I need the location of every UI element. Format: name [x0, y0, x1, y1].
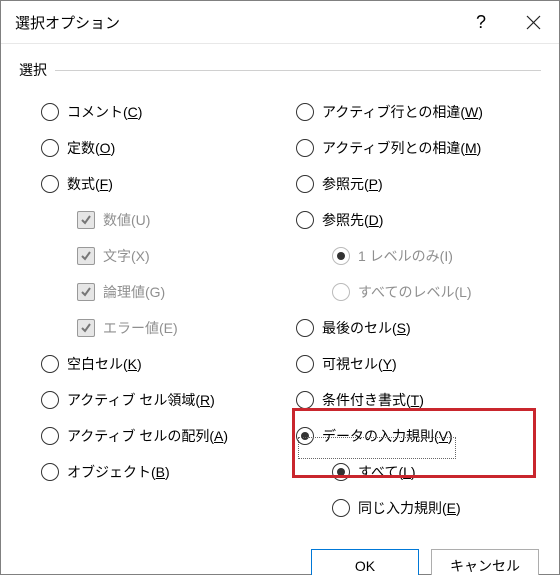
option-label: アクティブ列との相違(M): [322, 138, 481, 158]
dialog-title: 選択オプション: [15, 12, 455, 33]
help-icon: ?: [476, 13, 486, 31]
option-dv-all[interactable]: すべて(L): [296, 454, 541, 490]
option-dependents[interactable]: 参照先(D): [296, 202, 541, 238]
left-column: コメント(C) 定数(O) 数式(F) 数値(U) 文字(X): [19, 94, 286, 526]
option-label: すべて(L): [358, 462, 416, 482]
option-label: すべてのレベル(L): [358, 282, 472, 302]
option-label: 参照元(P): [322, 174, 383, 194]
option-dep-1level: 1 レベルのみ(I): [296, 238, 541, 274]
radio-icon: [332, 463, 350, 481]
option-label: 可視セル(Y): [322, 354, 397, 374]
option-label: データの入力規則(V): [322, 426, 453, 446]
option-dep-all: すべてのレベル(L): [296, 274, 541, 310]
radio-icon: [296, 355, 314, 373]
option-objects[interactable]: オブジェクト(B): [41, 454, 286, 490]
radio-icon: [296, 427, 314, 445]
option-formula-error: エラー値(E): [41, 310, 286, 346]
option-formula-text: 文字(X): [41, 238, 286, 274]
radio-icon: [332, 283, 350, 301]
option-formula[interactable]: 数式(F): [41, 166, 286, 202]
option-formula-number: 数値(U): [41, 202, 286, 238]
goto-special-dialog: 選択オプション ? 選択 コメント(C) 定数(O): [0, 0, 560, 575]
radio-icon: [41, 175, 59, 193]
radio-icon: [296, 139, 314, 157]
right-column: アクティブ行との相違(W) アクティブ列との相違(M) 参照元(P) 参照先(D…: [296, 94, 541, 526]
radio-icon: [296, 103, 314, 121]
option-label: 参照先(D): [322, 210, 383, 230]
option-label: 論理値(G): [103, 282, 165, 302]
dialog-body: 選択 コメント(C) 定数(O) 数式(F): [1, 44, 559, 575]
help-button[interactable]: ?: [455, 1, 507, 43]
radio-icon: [41, 355, 59, 373]
option-last-cell[interactable]: 最後のセル(S): [296, 310, 541, 346]
radio-icon: [296, 175, 314, 193]
option-visible[interactable]: 可視セル(Y): [296, 346, 541, 382]
radio-icon: [41, 427, 59, 445]
option-region[interactable]: アクティブ セル領域(R): [41, 382, 286, 418]
radio-icon: [41, 103, 59, 121]
option-label: 最後のセル(S): [322, 318, 411, 338]
radio-icon: [332, 247, 350, 265]
option-data-validation[interactable]: データの入力規則(V): [296, 418, 541, 454]
checkbox-icon: [77, 247, 95, 265]
option-label: 空白セル(K): [67, 354, 142, 374]
option-label: コメント(C): [67, 102, 142, 122]
radio-icon: [41, 463, 59, 481]
radio-icon: [296, 391, 314, 409]
radio-icon: [332, 499, 350, 517]
group-separator: [55, 70, 541, 71]
option-col-diff[interactable]: アクティブ列との相違(M): [296, 130, 541, 166]
option-dv-same[interactable]: 同じ入力規則(E): [296, 490, 541, 526]
option-row-diff[interactable]: アクティブ行との相違(W): [296, 94, 541, 130]
option-label: 数値(U): [103, 210, 150, 230]
option-label: 定数(O): [67, 138, 115, 158]
options-columns: コメント(C) 定数(O) 数式(F) 数値(U) 文字(X): [19, 94, 541, 526]
radio-icon: [296, 211, 314, 229]
close-icon: [526, 15, 541, 30]
radio-icon: [41, 391, 59, 409]
checkbox-icon: [77, 319, 95, 337]
option-label: アクティブ セルの配列(A): [67, 426, 228, 446]
cancel-button[interactable]: キャンセル: [431, 549, 539, 575]
option-array[interactable]: アクティブ セルの配列(A): [41, 418, 286, 454]
close-button[interactable]: [507, 1, 559, 43]
option-comment[interactable]: コメント(C): [41, 94, 286, 130]
radio-icon: [41, 139, 59, 157]
option-constant[interactable]: 定数(O): [41, 130, 286, 166]
option-label: エラー値(E): [103, 318, 178, 338]
option-label: アクティブ行との相違(W): [322, 102, 483, 122]
group-label: 選択: [19, 60, 47, 80]
option-label: 1 レベルのみ(I): [358, 246, 453, 266]
option-label: オブジェクト(B): [67, 462, 170, 482]
option-formula-logical: 論理値(G): [41, 274, 286, 310]
ok-button[interactable]: OK: [311, 549, 419, 575]
radio-icon: [296, 319, 314, 337]
button-row: OK キャンセル: [19, 531, 541, 575]
option-blanks[interactable]: 空白セル(K): [41, 346, 286, 382]
option-precedents[interactable]: 参照元(P): [296, 166, 541, 202]
option-label: 条件付き書式(T): [322, 390, 424, 410]
option-label: 文字(X): [103, 246, 150, 266]
titlebar: 選択オプション ?: [1, 1, 559, 44]
checkbox-icon: [77, 283, 95, 301]
option-cond-fmt[interactable]: 条件付き書式(T): [296, 382, 541, 418]
option-label: アクティブ セル領域(R): [67, 390, 215, 410]
checkbox-icon: [77, 211, 95, 229]
option-label: 数式(F): [67, 174, 113, 194]
option-label: 同じ入力規則(E): [358, 498, 461, 518]
group-header: 選択: [19, 60, 541, 80]
